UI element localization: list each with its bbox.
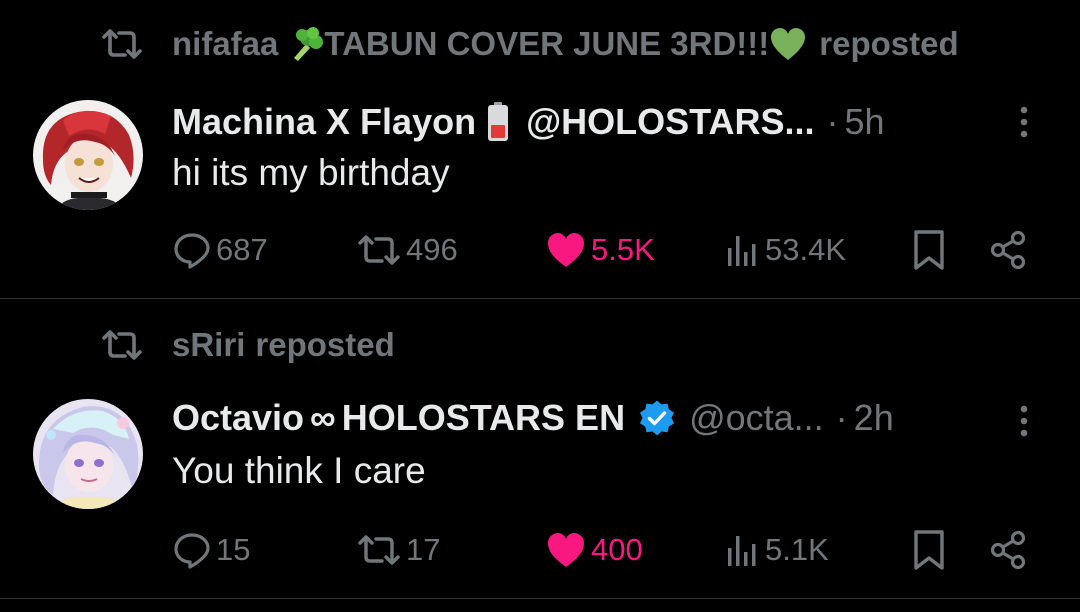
views-count: 53.4K bbox=[765, 232, 847, 267]
views-chart-icon bbox=[728, 536, 756, 566]
bookmark-icon bbox=[914, 530, 944, 570]
repost-icon bbox=[102, 330, 142, 360]
tweet-text: You think I care bbox=[172, 450, 426, 491]
repost-button[interactable]: 17 bbox=[356, 525, 440, 575]
like-button[interactable]: 400 bbox=[545, 525, 643, 575]
reply-count: 15 bbox=[216, 532, 251, 567]
post-header: Machina X Flayon @HOLOSTARS... · 5h bbox=[172, 97, 885, 147]
heart-filled-icon bbox=[548, 233, 584, 267]
separator-dot: · bbox=[826, 101, 839, 142]
post-time[interactable]: 2h bbox=[854, 397, 894, 439]
post-time[interactable]: 5h bbox=[845, 101, 885, 143]
reply-count: 687 bbox=[216, 232, 268, 267]
broccoli-emoji-icon bbox=[294, 27, 324, 61]
avatar-image bbox=[33, 100, 143, 210]
views-chart-icon bbox=[728, 236, 756, 266]
repost-user-suffix: TABUN COVER JUNE 3RD!!! bbox=[324, 25, 770, 62]
repost-button[interactable]: 496 bbox=[356, 225, 458, 275]
like-count: 5.5K bbox=[591, 232, 655, 267]
reply-icon bbox=[174, 533, 210, 569]
repost-user[interactable]: sRiri bbox=[172, 326, 245, 364]
author-handle[interactable]: @octa... bbox=[689, 397, 824, 439]
post-header: Octavio ∞ HOLOSTARS EN @octa... · 2h bbox=[172, 393, 894, 443]
author-name-part1: Octavio bbox=[172, 397, 305, 438]
bookmark-button[interactable] bbox=[910, 525, 948, 575]
reply-icon bbox=[174, 233, 210, 269]
more-options-icon[interactable] bbox=[1014, 102, 1034, 142]
post[interactable]: sRiri reposted Octavio ∞ HOLOSTARS EN @o… bbox=[0, 299, 1080, 599]
like-count: 400 bbox=[591, 532, 643, 567]
author-display-name[interactable]: Machina X Flayon bbox=[172, 101, 476, 143]
share-icon bbox=[990, 230, 1026, 270]
separator-dot: · bbox=[835, 397, 848, 438]
repost-context: sRiri reposted bbox=[100, 325, 395, 365]
bookmark-icon bbox=[914, 230, 944, 270]
timeline-feed: nifafaa TABUN COVER JUNE 3RD!!! reposted bbox=[0, 0, 1080, 612]
repost-context: nifafaa TABUN COVER JUNE 3RD!!! reposted bbox=[100, 24, 959, 64]
tweet-text: hi its my birthday bbox=[172, 152, 450, 193]
views-button[interactable]: 53.4K bbox=[725, 225, 846, 275]
views-button[interactable]: 5.1K bbox=[725, 525, 829, 575]
post[interactable]: nifafaa TABUN COVER JUNE 3RD!!! reposted bbox=[0, 0, 1080, 298]
repost-count: 496 bbox=[406, 232, 458, 267]
repost-user[interactable]: nifafaa bbox=[172, 25, 278, 63]
share-button[interactable] bbox=[988, 225, 1028, 275]
repost-count: 17 bbox=[406, 532, 441, 567]
views-count: 5.1K bbox=[765, 532, 829, 567]
author-display-name[interactable]: Octavio ∞ HOLOSTARS EN bbox=[172, 397, 625, 439]
green-heart-emoji-icon bbox=[771, 28, 806, 60]
share-icon bbox=[990, 530, 1026, 570]
infinity-symbol: ∞ bbox=[310, 397, 336, 438]
bookmark-button[interactable] bbox=[910, 225, 948, 275]
author-name-part2: HOLOSTARS EN bbox=[341, 397, 626, 438]
share-button[interactable] bbox=[988, 525, 1028, 575]
like-button[interactable]: 5.5K bbox=[545, 225, 655, 275]
author-handle[interactable]: @HOLOSTARS... bbox=[526, 101, 814, 143]
repost-icon bbox=[102, 29, 142, 59]
more-options-icon[interactable] bbox=[1014, 401, 1034, 441]
action-bar: 687 496 5.5K 53.4K bbox=[0, 225, 1080, 275]
avatar-image bbox=[33, 399, 143, 509]
verified-badge-icon[interactable] bbox=[639, 400, 675, 436]
heart-filled-icon bbox=[548, 533, 584, 567]
reply-button[interactable]: 687 bbox=[172, 225, 268, 275]
post-divider bbox=[0, 598, 1080, 599]
avatar[interactable] bbox=[33, 399, 143, 509]
repost-icon bbox=[358, 235, 400, 265]
action-bar: 15 17 400 5.1K bbox=[0, 525, 1080, 575]
repost-label: reposted bbox=[255, 326, 395, 363]
avatar[interactable] bbox=[33, 100, 143, 210]
repost-label: reposted bbox=[819, 25, 959, 62]
reply-button[interactable]: 15 bbox=[172, 525, 250, 575]
battery-emoji-icon bbox=[488, 102, 509, 141]
repost-icon bbox=[358, 535, 400, 565]
